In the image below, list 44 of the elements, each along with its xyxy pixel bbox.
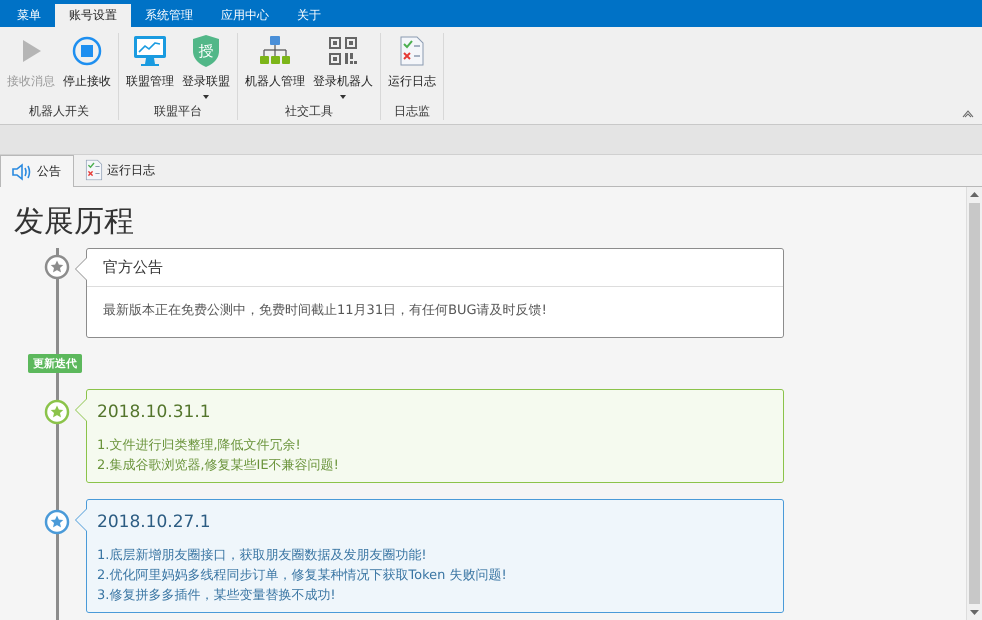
log-document-icon	[399, 36, 425, 66]
ribbon-button[interactable]: 联盟管理	[122, 33, 178, 99]
collapse-icon[interactable]	[962, 109, 974, 118]
star-node-icon	[44, 399, 70, 425]
menu-tab[interactable]: 菜单	[3, 4, 55, 27]
card-title: 2018.10.27.1	[96, 511, 212, 534]
stop-icon	[72, 36, 102, 66]
star-node-icon	[44, 509, 70, 535]
caret-icon	[340, 95, 346, 99]
card-text: 3.修复拼多多插件，某些变量替换不成功!	[97, 587, 337, 605]
card-text: 2.集成谷歌浏览器,修复某些IE不兼容问题!	[97, 457, 340, 475]
card-text: 1.文件进行归类整理,降低文件冗余!	[97, 437, 302, 455]
card-text: 1.底层新增朋友圈接口，获取朋友圈数据及发朋友圈功能!	[97, 547, 428, 565]
menu-tab[interactable]: 应用中心	[207, 4, 283, 27]
menu-tab[interactable]: 账号设置	[55, 4, 131, 27]
page-title: 发展历程	[14, 203, 135, 241]
ribbon-button[interactable]: 运行日志	[384, 33, 440, 99]
card-title: 2018.10.31.1	[96, 401, 212, 424]
ribbon-button[interactable]: 机器人管理	[241, 33, 309, 99]
group-label: 联盟平台	[153, 103, 203, 120]
group-label: 社交工具	[284, 103, 334, 120]
menu-tab[interactable]: 系统管理	[131, 4, 207, 27]
ribbon-button[interactable]: 停止接收	[59, 33, 115, 99]
speaker-icon	[11, 162, 33, 180]
monitor-chart-icon	[133, 35, 167, 67]
qr-code-icon	[329, 37, 357, 65]
group-label: 机器人开关	[28, 103, 90, 120]
shield-icon: 授	[191, 34, 221, 68]
card-text: 2.优化阿里妈妈多线程同步订单，修复某种情况下获取Token 失败问题!	[97, 567, 508, 585]
caret-icon	[203, 95, 209, 99]
ribbon-button[interactable]: 授 登录联盟	[178, 33, 234, 99]
org-chart-icon	[259, 35, 291, 67]
ribbon-button[interactable]: 登录机器人	[309, 33, 377, 99]
menu-tab[interactable]: 关于	[283, 4, 335, 27]
log-document-icon	[84, 160, 104, 180]
section-tag: 更新迭代	[28, 354, 82, 373]
group-label: 日志监	[393, 103, 431, 120]
card-title: 官方公告	[87, 249, 783, 287]
document-tab[interactable]: 公告	[0, 155, 74, 187]
scrollbar[interactable]	[966, 187, 982, 620]
card-text: 最新版本正在免费公测中，免费时间截止11月31日，有任何BUG请及时反馈!	[103, 302, 548, 320]
document-tab[interactable]: 运行日志	[74, 154, 168, 186]
star-node-icon	[44, 254, 70, 280]
scroll-thumb[interactable]	[969, 203, 980, 604]
